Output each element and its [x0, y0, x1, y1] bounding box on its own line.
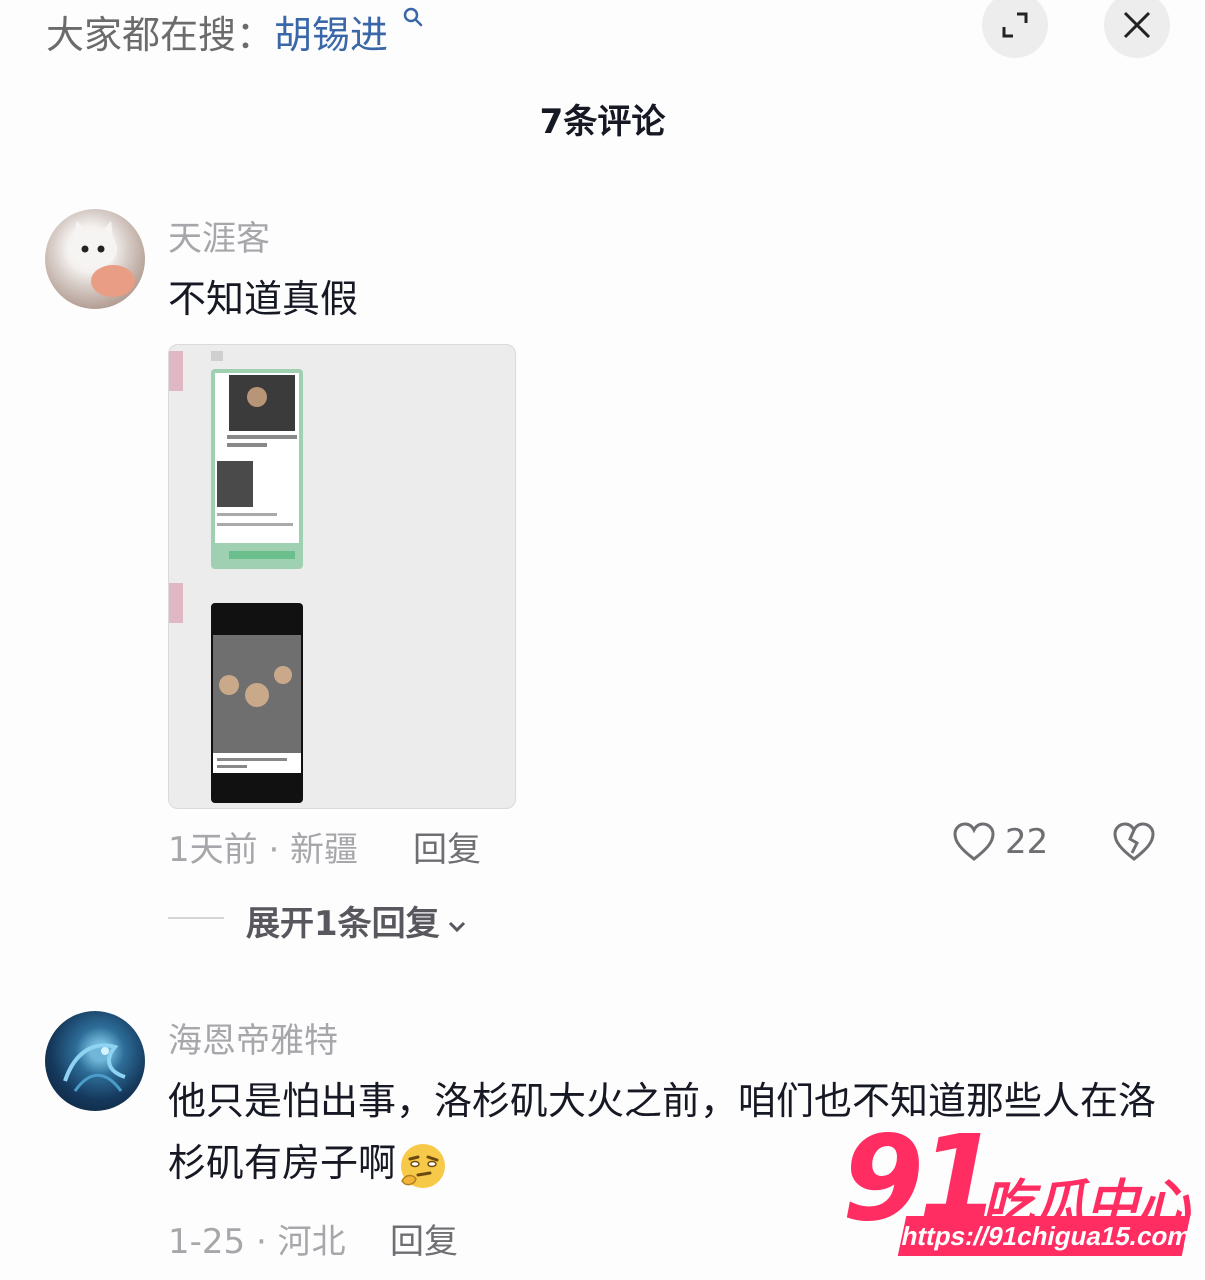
comment-meta: 1-25 · 河北	[168, 1222, 346, 1262]
expand-icon	[1002, 12, 1028, 38]
search-keyword[interactable]: 胡锡进	[274, 13, 388, 57]
broken-heart-icon[interactable]	[1111, 819, 1157, 865]
comment-meta: 1天前 · 新疆	[168, 830, 359, 870]
chat-screenshot-image	[169, 351, 303, 803]
avatar[interactable]	[45, 209, 145, 309]
heart-icon[interactable]	[951, 819, 997, 865]
cat-avatar-image	[69, 221, 135, 297]
comment-username[interactable]: 海恩帝雅特	[168, 1013, 338, 1062]
reply-button[interactable]: 回复	[390, 1214, 458, 1263]
close-icon	[1123, 11, 1151, 39]
comments-title: 7条评论	[539, 102, 666, 142]
comment-text: 不知道真假	[168, 277, 359, 321]
expand-button[interactable]	[982, 0, 1048, 58]
comment-image-attachment[interactable]	[168, 344, 516, 809]
site-watermark: 91 吃瓜中心 https://91chigua15.com	[842, 1118, 1202, 1268]
avatar[interactable]	[45, 1011, 145, 1111]
watermark-url: https://91chigua15.com	[897, 1216, 1194, 1256]
top-bar: 大家都在搜：胡锡进	[0, 0, 1205, 70]
reply-button[interactable]: 回复	[413, 822, 481, 871]
dragon-avatar-image	[63, 1043, 126, 1092]
search-icon	[403, 7, 423, 27]
expand-replies-label: 展开1条回复	[246, 904, 440, 944]
search-suggestion[interactable]: 大家都在搜：胡锡进	[46, 4, 424, 59]
divider-line	[168, 917, 224, 919]
close-button[interactable]	[1104, 0, 1170, 58]
comment-username[interactable]: 天涯客	[168, 211, 270, 260]
thinking-emoji-icon	[401, 1143, 446, 1188]
chevron-down-icon	[448, 921, 465, 932]
like-count: 22	[1005, 822, 1049, 862]
expand-replies-button[interactable]: 展开1条回复	[246, 896, 468, 945]
search-prefix: 大家都在搜：	[46, 13, 275, 57]
